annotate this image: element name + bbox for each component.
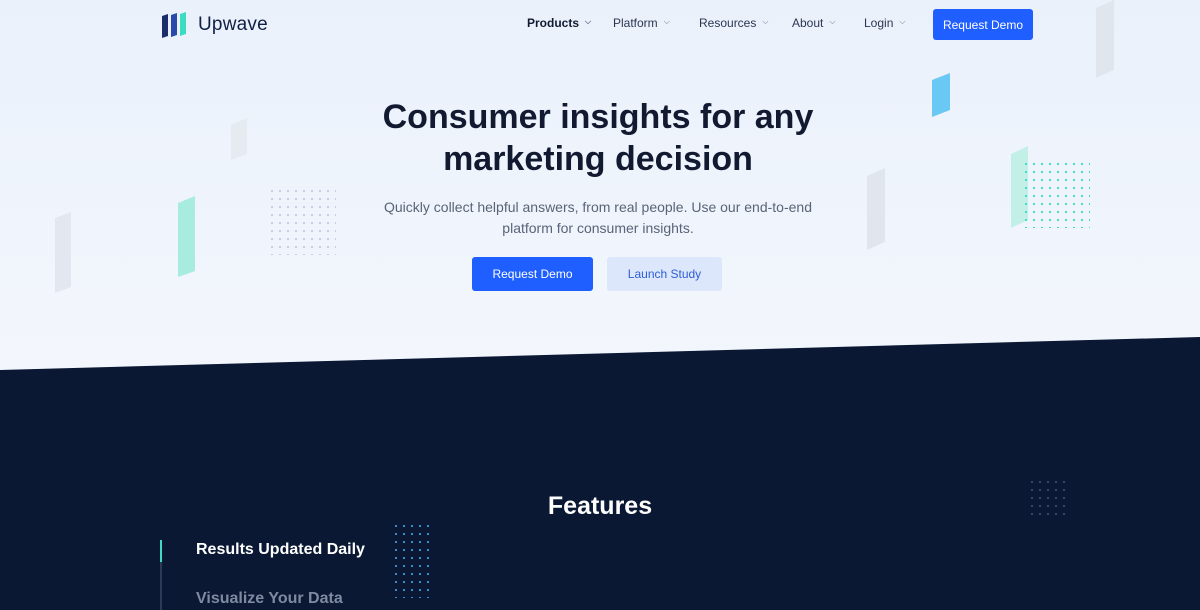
upwave-logo-icon (162, 12, 186, 38)
deco-bar-teal-left (178, 196, 195, 277)
hero-subtitle-line1: Quickly collect helpful answers, from re… (384, 199, 812, 215)
hero-subtitle: Quickly collect helpful answers, from re… (370, 197, 826, 239)
deco-dots-right (1022, 160, 1090, 228)
top-navigation: Upwave Products ⌵ Platform ⌵ Resources ⌵… (0, 0, 1200, 48)
nav-request-demo-button[interactable]: Request Demo (933, 9, 1033, 40)
hero-title-line2: marketing decision (443, 140, 753, 178)
hero-subtitle-line2: platform for consumer insights. (502, 220, 694, 236)
launch-study-button[interactable]: Launch Study (607, 257, 722, 291)
chevron-down-icon: ⌵ (585, 17, 592, 26)
nav-about-label: About (792, 16, 824, 30)
nav-resources-label: Resources (699, 16, 757, 30)
deco-bar-sky-right (932, 73, 950, 117)
nav-products[interactable]: Products ⌵ (527, 16, 591, 30)
brand-name: Upwave (198, 14, 268, 35)
chevron-down-icon: ⌵ (829, 17, 836, 26)
brand-logo[interactable]: Upwave (160, 11, 268, 39)
features-title: Features (547, 492, 653, 520)
hero-title-line1: Consumer insights for any (382, 98, 814, 136)
chevron-down-icon: ⌵ (663, 17, 670, 26)
deco-dots-dark-left (392, 522, 432, 598)
request-demo-button[interactable]: Request Demo (472, 257, 593, 291)
nav-login[interactable]: Login ⌵ (864, 16, 905, 30)
feature-tab-results-updated-daily[interactable]: Results Updated Daily (196, 541, 365, 559)
nav-about[interactable]: About ⌵ (792, 16, 835, 30)
deco-bar-grey-right (867, 168, 885, 250)
chevron-down-icon: ⌵ (899, 17, 906, 26)
features-active-indicator (160, 540, 162, 562)
nav-resources[interactable]: Resources ⌵ (699, 16, 768, 30)
deco-dots-left (268, 187, 336, 255)
feature-tab-visualize-your-data[interactable]: Visualize Your Data (196, 590, 343, 608)
nav-login-label: Login (864, 16, 894, 30)
nav-platform[interactable]: Platform ⌵ (613, 16, 670, 30)
chevron-down-icon: ⌵ (762, 17, 769, 26)
deco-bar-grey-left (55, 212, 71, 293)
hero-title: Consumer insights for any marketing deci… (300, 96, 896, 180)
nav-platform-label: Platform (613, 16, 658, 30)
deco-bar-grey-mid (231, 118, 247, 160)
nav-products-label: Products (527, 16, 580, 30)
